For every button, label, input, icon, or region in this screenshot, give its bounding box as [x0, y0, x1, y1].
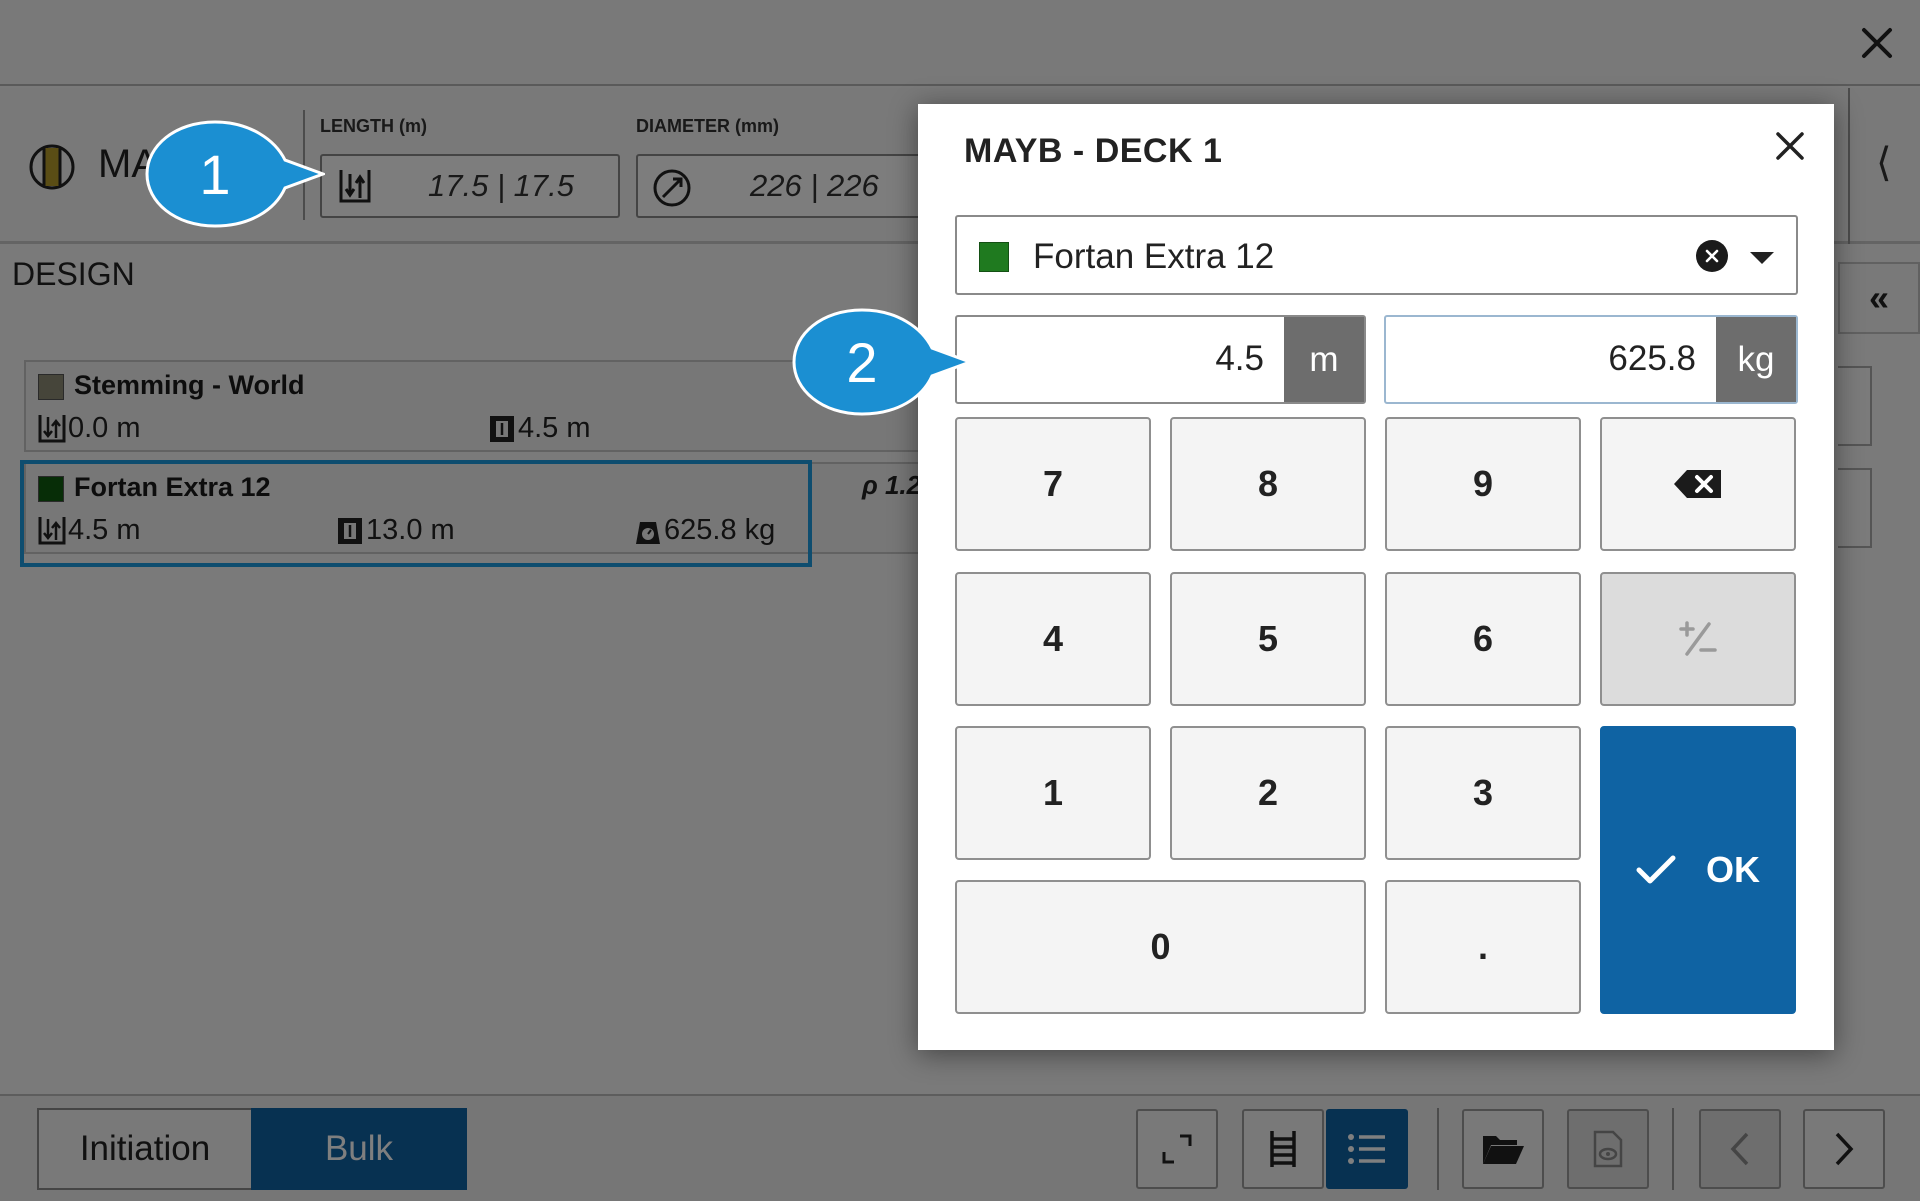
- key-0[interactable]: 0: [955, 880, 1366, 1014]
- close-icon: [1776, 132, 1804, 160]
- plus-minus-icon: [1679, 621, 1717, 656]
- deck-length-unit: m: [1284, 317, 1364, 402]
- key-7[interactable]: 7: [955, 417, 1151, 551]
- deck-weight-unit: kg: [1716, 317, 1796, 402]
- key-4[interactable]: 4: [955, 572, 1151, 706]
- key-8[interactable]: 8: [1170, 417, 1366, 551]
- callout-number: 2: [846, 330, 878, 394]
- dialog-close-button[interactable]: [1768, 124, 1812, 168]
- callout-2: 2: [792, 308, 972, 416]
- key-1[interactable]: 1: [955, 726, 1151, 860]
- clear-icon[interactable]: [1696, 240, 1728, 272]
- product-name: Fortan Extra 12: [1033, 237, 1275, 276]
- deck-edit-dialog: MAYB - DECK 1 Fortan Extra 12 4.5 m 625.…: [918, 104, 1834, 1050]
- product-color-swatch: [979, 242, 1009, 272]
- callout-number: 1: [199, 142, 231, 206]
- deck-weight-input[interactable]: 625.8 kg: [1384, 315, 1798, 404]
- deck-weight-input-value: 625.8: [1608, 339, 1696, 378]
- key-decimal[interactable]: .: [1385, 880, 1581, 1014]
- chevron-down-icon[interactable]: [1750, 252, 1774, 264]
- backspace-button[interactable]: [1600, 417, 1796, 551]
- plus-minus-button[interactable]: [1600, 572, 1796, 706]
- deck-length-input-value: 4.5: [1215, 339, 1264, 378]
- key-3[interactable]: 3: [1385, 726, 1581, 860]
- key-6[interactable]: 6: [1385, 572, 1581, 706]
- callout-1: 1: [145, 120, 325, 228]
- key-9[interactable]: 9: [1385, 417, 1581, 551]
- deck-length-input[interactable]: 4.5 m: [955, 315, 1366, 404]
- dialog-title: MAYB - DECK 1: [964, 132, 1223, 170]
- key-2[interactable]: 2: [1170, 726, 1366, 860]
- ok-label: OK: [1706, 849, 1760, 890]
- ok-button[interactable]: OK: [1600, 726, 1796, 1014]
- key-5[interactable]: 5: [1170, 572, 1366, 706]
- product-select[interactable]: Fortan Extra 12: [955, 215, 1798, 295]
- checkmark-icon: [1636, 855, 1676, 884]
- backspace-icon: [1674, 470, 1721, 498]
